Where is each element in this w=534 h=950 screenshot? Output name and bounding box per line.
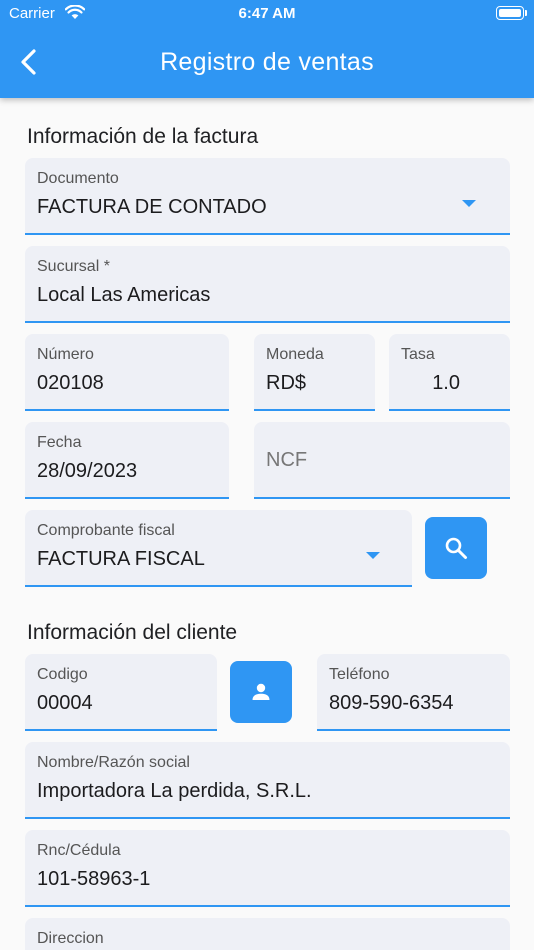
app-bar: Carrier 6:47 AM Registro de ventas [0,0,534,98]
page-title: Registro de ventas [160,48,374,76]
status-bar: Carrier 6:47 AM [0,0,534,28]
direccion-field[interactable]: Direccion [25,918,510,950]
sucursal-value: Local Las Americas [37,284,211,306]
codigo-value: 00004 [37,692,93,714]
search-button[interactable] [425,517,487,579]
moneda-value: RD$ [266,372,307,394]
ncf-field[interactable]: NCF [254,422,510,499]
telefono-field[interactable]: Teléfono 809-590-6354 [317,654,510,731]
battery-icon [496,6,527,20]
comprobante-label: Comprobante fiscal [37,522,175,539]
documento-label: Documento [37,170,119,187]
nombre-label: Nombre/Razón social [37,754,190,771]
person-icon [252,683,270,700]
sucursal-label: Sucursal * [37,258,110,275]
comprobante-value: FACTURA FISCAL [37,548,205,570]
numero-value: 020108 [37,372,104,394]
comprobante-dropdown[interactable]: Comprobante fiscal FACTURA FISCAL [25,510,412,587]
status-time: 6:47 AM [238,5,296,22]
telefono-label: Teléfono [329,666,390,683]
select-client-button[interactable] [230,661,292,723]
rnc-label: Rnc/Cédula [37,842,121,859]
rnc-field[interactable]: Rnc/Cédula 101-58963-1 [25,830,510,907]
numero-field[interactable]: Número 020108 [25,334,229,411]
codigo-field[interactable]: Codigo 00004 [25,654,217,731]
nombre-field[interactable]: Nombre/Razón social Importadora La perdi… [25,742,510,819]
moneda-label: Moneda [266,346,324,363]
codigo-label: Codigo [37,666,88,683]
telefono-value: 809-590-6354 [329,692,454,714]
direccion-label: Direccion [37,930,104,947]
invoice-section-title: Información de la factura [27,125,259,148]
sucursal-field[interactable]: Sucursal * Local Las Americas [25,246,510,323]
ncf-placeholder: NCF [266,449,308,471]
documento-dropdown[interactable]: Documento FACTURA DE CONTADO [25,158,510,235]
search-icon [445,537,467,559]
caret-down-icon [366,552,380,559]
tasa-label: Tasa [401,346,435,363]
rnc-value: 101-58963-1 [37,868,151,890]
caret-down-icon [462,200,476,207]
documento-value: FACTURA DE CONTADO [37,196,267,218]
client-section-title: Información del cliente [27,621,238,644]
tasa-field[interactable]: Tasa 1.0 [389,334,510,411]
fecha-value: 28/09/2023 [37,460,138,482]
fecha-field[interactable]: Fecha 28/09/2023 [25,422,229,499]
fecha-label: Fecha [37,434,82,451]
nombre-value: Importadora La perdida, S.R.L. [37,780,312,802]
tasa-value: 1.0 [432,372,460,394]
numero-label: Número [37,346,94,363]
moneda-field[interactable]: Moneda RD$ [254,334,375,411]
